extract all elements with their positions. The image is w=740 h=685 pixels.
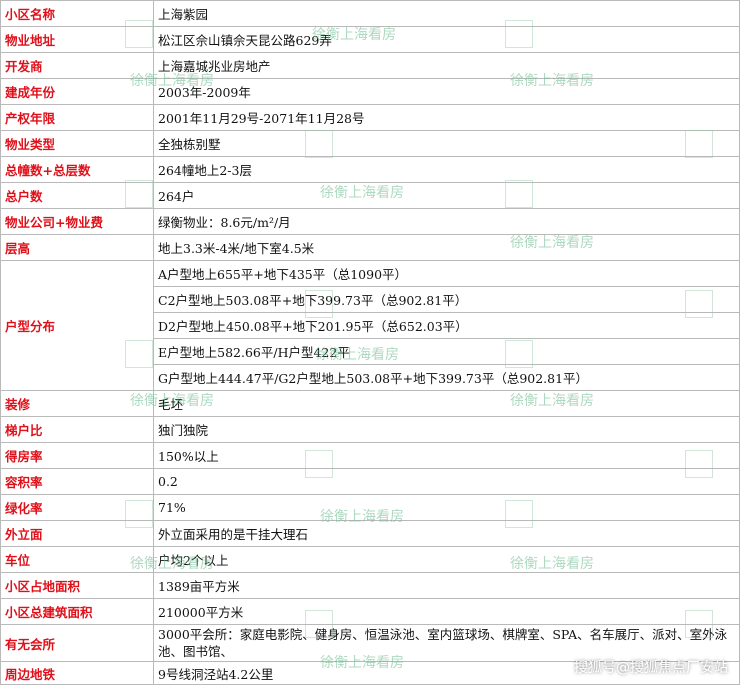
row-value-developer: 上海嘉城兆业房地产 — [153, 52, 740, 79]
table-row: 户型分布 A户型地上655平+地下435平（总1090平） — [0, 260, 740, 391]
table-row: 装修 毛坯 — [0, 390, 740, 417]
row-value-community-name: 上海紫园 — [153, 0, 740, 27]
row-value-facade: 外立面采用的是干挂大理石 — [153, 520, 740, 547]
row-value-layout-c2: C2户型地上503.08平+地下399.73平（总902.81平） — [153, 286, 740, 313]
table-row: 得房率 150%以上 — [0, 442, 740, 469]
row-value-layout-e-h: E户型地上582.66平/H户型422平 — [153, 338, 740, 365]
row-value-plot-ratio: 0.2 — [153, 468, 740, 495]
table-row: 产权年限 2001年11月29号-2071年11月28号 — [0, 104, 740, 131]
table-row: 梯户比 独门独院 — [0, 416, 740, 443]
row-value-buildings-floors: 264幢地上2-3层 — [153, 156, 740, 183]
row-label-clubhouse: 有无会所 — [0, 624, 154, 662]
row-label-stair-ratio: 梯户比 — [0, 416, 154, 443]
row-label-property-term: 产权年限 — [0, 104, 154, 131]
table-row: 建成年份 2003年-2009年 — [0, 78, 740, 105]
row-value-green-ratio: 71% — [153, 494, 740, 521]
row-value-households: 264户 — [153, 182, 740, 209]
row-label-usable-ratio: 得房率 — [0, 442, 154, 469]
source-watermark: 搜狐号@搜狐焦点厂安站 — [574, 660, 728, 676]
row-label-parking: 车位 — [0, 546, 154, 573]
row-value-property-term: 2001年11月29号-2071年11月28号 — [153, 104, 740, 131]
row-value-usable-ratio: 150%以上 — [153, 442, 740, 469]
row-value-layout-g: G户型地上444.47平/G2户型地上503.08平+地下399.73平（总90… — [153, 364, 740, 391]
row-value-decoration: 毛坯 — [153, 390, 740, 417]
table-row: 绿化率 71% — [0, 494, 740, 521]
row-value-layout-d2: D2户型地上450.08平+地下201.95平（总652.03平） — [153, 312, 740, 339]
row-value-parking: 户均2个以上 — [153, 546, 740, 573]
row-label-plot-ratio: 容积率 — [0, 468, 154, 495]
table-row: 物业地址 松江区佘山镇佘天昆公路629弄 — [0, 26, 740, 53]
row-label-land-area: 小区占地面积 — [0, 572, 154, 599]
row-label-management: 物业公司+物业费 — [0, 208, 154, 235]
table-row: 小区名称 上海紫园 — [0, 0, 740, 27]
table-row: 外立面 外立面采用的是干挂大理石 — [0, 520, 740, 547]
row-label-developer: 开发商 — [0, 52, 154, 79]
property-info-table: 小区名称 上海紫园 物业地址 松江区佘山镇佘天昆公路629弄 开发商 上海嘉城兆… — [0, 0, 740, 685]
row-value-management: 绿衡物业：8.6元/m²/月 — [153, 208, 740, 235]
row-label-layouts: 户型分布 — [0, 260, 154, 391]
row-label-floor-height: 层高 — [0, 234, 154, 261]
row-label-address: 物业地址 — [0, 26, 154, 53]
table-row: 开发商 上海嘉城兆业房地产 — [0, 52, 740, 79]
row-value-layout-a: A户型地上655平+地下435平（总1090平） — [153, 260, 740, 287]
row-label-decoration: 装修 — [0, 390, 154, 417]
row-value-address: 松江区佘山镇佘天昆公路629弄 — [153, 26, 740, 53]
row-value-stair-ratio: 独门独院 — [153, 416, 740, 443]
table-row: 物业公司+物业费 绿衡物业：8.6元/m²/月 — [0, 208, 740, 235]
row-value-building-area: 210000平方米 — [153, 598, 740, 625]
row-value-floor-height: 地上3.3米-4米/地下室4.5米 — [153, 234, 740, 261]
row-label-property-type: 物业类型 — [0, 130, 154, 157]
row-label-buildings-floors: 总幢数+总层数 — [0, 156, 154, 183]
row-label-community-name: 小区名称 — [0, 0, 154, 27]
table-row: 总幢数+总层数 264幢地上2-3层 — [0, 156, 740, 183]
row-label-facade: 外立面 — [0, 520, 154, 547]
table-row: 层高 地上3.3米-4米/地下室4.5米 — [0, 234, 740, 261]
row-label-households: 总户数 — [0, 182, 154, 209]
row-label-built-year: 建成年份 — [0, 78, 154, 105]
row-value-property-type: 全独栋别墅 — [153, 130, 740, 157]
row-label-green-ratio: 绿化率 — [0, 494, 154, 521]
row-value-land-area: 1389亩平方米 — [153, 572, 740, 599]
row-value-built-year: 2003年-2009年 — [153, 78, 740, 105]
table-row: 小区总建筑面积 210000平方米 — [0, 598, 740, 625]
table-row: 有无会所 3000平会所：家庭电影院、健身房、恒温泳池、室内篮球场、棋牌室、SP… — [0, 624, 740, 662]
row-label-building-area: 小区总建筑面积 — [0, 598, 154, 625]
table-row: 小区占地面积 1389亩平方米 — [0, 572, 740, 599]
table-row: 总户数 264户 — [0, 182, 740, 209]
table-row: 物业类型 全独栋别墅 — [0, 130, 740, 157]
row-label-metro: 周边地铁 — [0, 661, 154, 685]
table-row: 车位 户均2个以上 — [0, 546, 740, 573]
table-row: 容积率 0.2 — [0, 468, 740, 495]
row-value-clubhouse: 3000平会所：家庭电影院、健身房、恒温泳池、室内篮球场、棋牌室、SPA、名车展… — [153, 624, 740, 662]
